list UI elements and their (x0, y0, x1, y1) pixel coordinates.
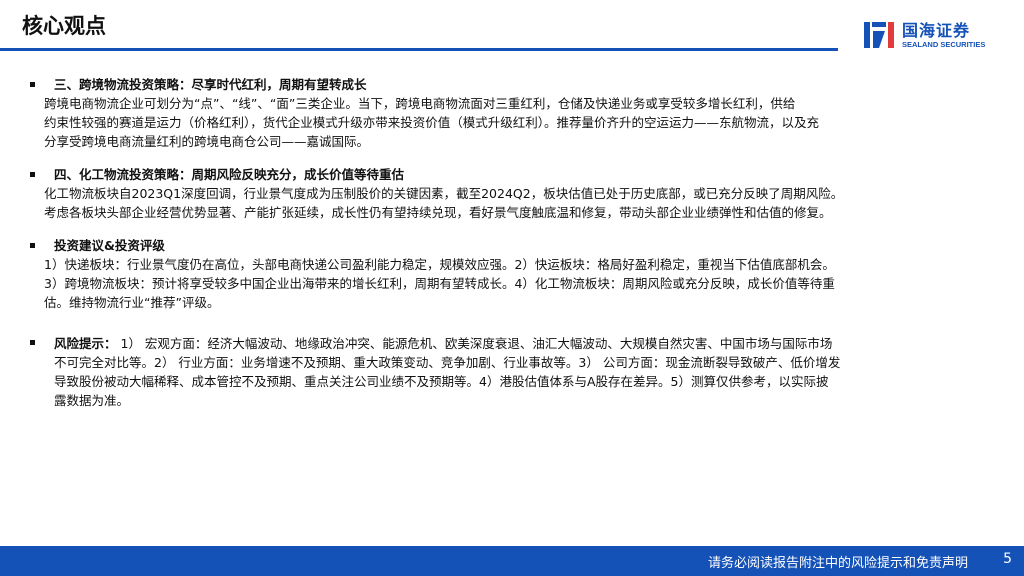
sealand-logo-icon (864, 22, 894, 48)
section-cross-border: 三、跨境物流投资策略：尽享时代红利，周期有望转成长 跨境电商物流企业可划分为“点… (30, 76, 1000, 151)
section-heading: 投资建议&投资评级 (54, 238, 165, 253)
logo-english-name: SEALAND SECURITIES (902, 40, 986, 49)
disclaimer-text: 请务必阅读报告附注中的风险提示和免责声明 (707, 556, 968, 571)
bullet-icon (30, 340, 35, 345)
body-line: 考虑各板块头部企业经营优势显著、产能扩张延续，成长性仍有望持续兑现，看好景气度触… (44, 205, 832, 220)
body-line: 不可完全对比等。2） 行业方面：业务增速不及预期、重大政策变动、竞争加剧、行业事… (54, 355, 841, 370)
section-chemical: 四、化工物流投资策略：周期风险反映充分，成长价值等待重估 化工物流板块自2023… (30, 166, 1000, 222)
section-body: 化工物流板块自2023Q1深度回调，行业景气度成为压制股价的关键因素，截至202… (30, 184, 1000, 222)
risk-first-line: 风险提示： 1） 宏观方面：经济大幅波动、地缘政治冲突、能源危机、欧美深度衰退、… (54, 334, 1000, 353)
bullet-icon (30, 172, 35, 177)
body-line: 化工物流板块自2023Q1深度回调，行业景气度成为压制股价的关键因素，截至202… (44, 186, 844, 201)
body-line: 估。维持物流行业“推荐”评级。 (44, 295, 220, 310)
page-title: 核心观点 (22, 14, 106, 38)
bullet-icon (30, 82, 35, 87)
body-line: 约束性较强的赛道是运力（价格红利），货代企业模式升级亦带来投资价值（模式升级红利… (44, 115, 820, 130)
body-line: 露数据为准。 (54, 393, 130, 408)
body-line: 1）快递板块：行业景气度仍在高位，头部电商快递公司盈利能力稳定，规模效应强。2）… (44, 257, 835, 272)
bullet-icon (30, 243, 35, 248)
body-line: 导致股份被动大幅稀释、成本管控不及预期、重点关注公司业绩不及预期等。4）港股估值… (54, 374, 829, 389)
section-heading: 三、跨境物流投资策略：尽享时代红利，周期有望转成长 (54, 77, 367, 92)
body-line: 跨境电商物流企业可划分为“点”、“线”、“面”三类企业。当下，跨境电商物流面对三… (44, 96, 796, 111)
company-logo: 国海证券 SEALAND SECURITIES (862, 16, 1012, 56)
risk-text: 1） 宏观方面：经济大幅波动、地缘政治冲突、能源危机、欧美深度衰退、油汇大幅波动… (116, 336, 833, 351)
title-divider (0, 48, 838, 51)
logo-chinese-name: 国海证券 (902, 21, 971, 40)
section-body: 跨境电商物流企业可划分为“点”、“线”、“面”三类企业。当下，跨境电商物流面对三… (30, 94, 1000, 151)
risk-label: 风险提示： (54, 336, 117, 351)
body-line: 3）跨境物流板块：预计将享受较多中国企业出海带来的增长红利，周期有望转成长。4）… (44, 276, 835, 291)
risk-body: 风险提示： 1） 宏观方面：经济大幅波动、地缘政治冲突、能源危机、欧美深度衰退、… (30, 334, 1000, 410)
section-investment: 投资建议&投资评级 1）快递板块：行业景气度仍在高位，头部电商快递公司盈利能力稳… (30, 237, 1000, 312)
section-risk: 风险提示： 1） 宏观方面：经济大幅波动、地缘政治冲突、能源危机、欧美深度衰退、… (30, 334, 1000, 410)
footer-bar: 请务必阅读报告附注中的风险提示和免责声明 5 (0, 546, 1024, 576)
page-number: 5 (1003, 551, 1012, 567)
body-line: 分享受跨境电商流量红利的跨境电商仓公司——嘉诚国际。 (44, 134, 370, 149)
section-heading: 四、化工物流投资策略：周期风险反映充分，成长价值等待重估 (54, 167, 405, 182)
section-body: 1）快递板块：行业景气度仍在高位，头部电商快递公司盈利能力稳定，规模效应强。2）… (30, 255, 1000, 312)
key-points-content: 三、跨境物流投资策略：尽享时代红利，周期有望转成长 跨境电商物流企业可划分为“点… (30, 76, 1000, 425)
